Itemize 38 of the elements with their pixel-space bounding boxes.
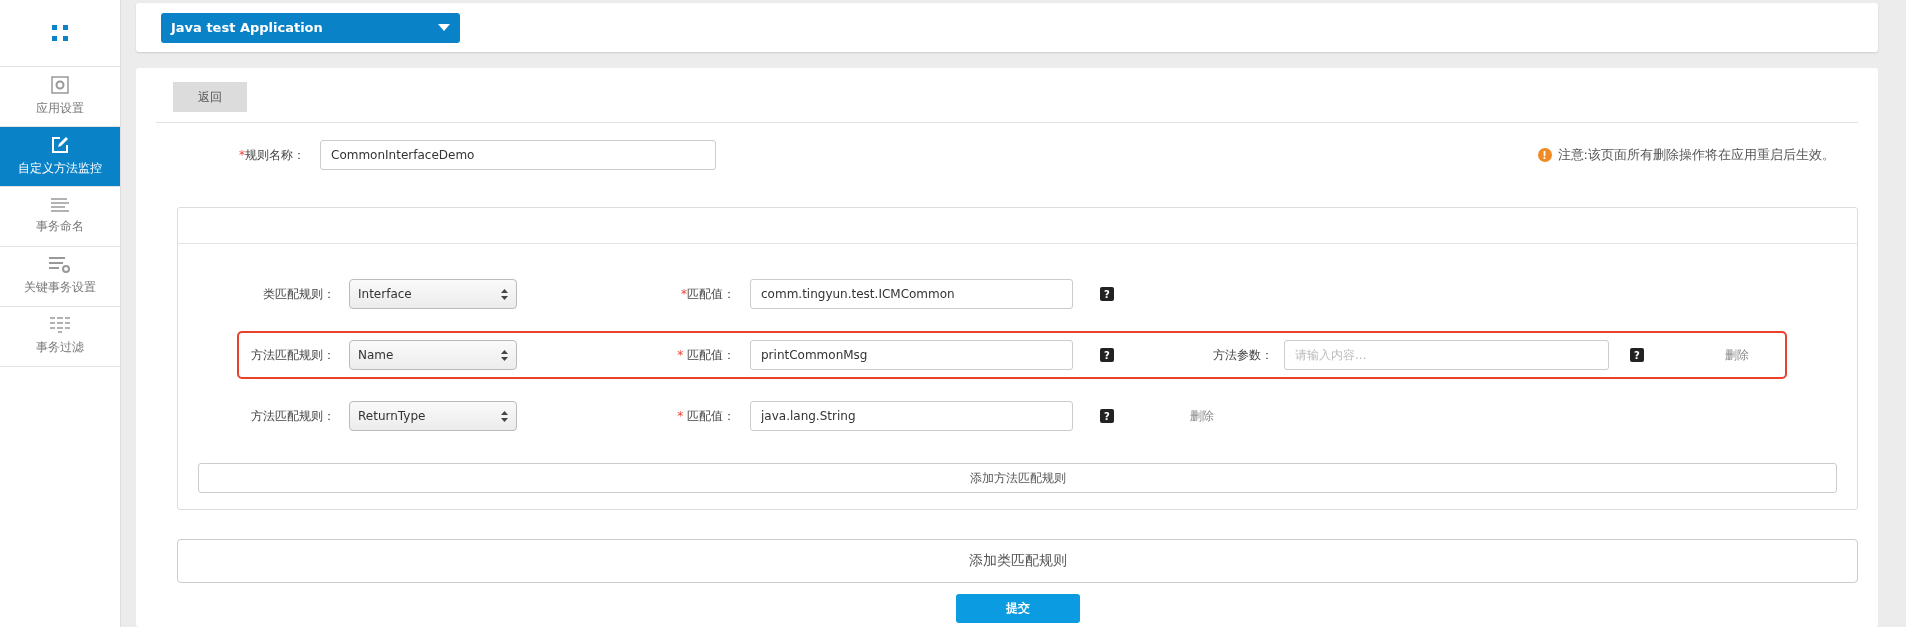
- value-label: *匹配值：: [680, 285, 735, 303]
- rule-select[interactable]: ReturnType: [349, 401, 517, 431]
- value-label: * 匹配值：: [676, 407, 735, 425]
- edit-icon: [51, 136, 69, 154]
- grid-icon[interactable]: [52, 25, 68, 41]
- value-field[interactable]: java.lang.String: [750, 401, 1073, 431]
- updown-icon: [501, 288, 508, 300]
- add-class-rule-button[interactable]: 添加类匹配规则: [177, 539, 1858, 583]
- updown-icon: [501, 349, 508, 361]
- updown-icon: [501, 410, 508, 422]
- rule-label: 方法匹配规则：: [250, 407, 335, 425]
- help-icon[interactable]: ?: [1100, 409, 1114, 423]
- warning-icon: !: [1537, 148, 1552, 162]
- rule-select[interactable]: Name: [349, 340, 517, 370]
- params-field[interactable]: 请输入内容...: [1284, 340, 1609, 370]
- rule-name-field[interactable]: CommonInterfaceDemo: [320, 140, 716, 170]
- lines-icon: [51, 198, 69, 212]
- rule-select[interactable]: Interface: [349, 279, 517, 309]
- params-label: 方法参数：: [1212, 346, 1273, 364]
- application-dropdown[interactable]: Java test Application: [161, 12, 460, 43]
- help-icon[interactable]: ?: [1100, 348, 1114, 362]
- value-label: * 匹配值：: [676, 346, 735, 364]
- grid-lines-icon: [50, 317, 70, 333]
- add-method-rule-button[interactable]: 添加方法匹配规则: [198, 463, 1837, 493]
- delete-link[interactable]: 删除: [1190, 407, 1214, 425]
- value-field[interactable]: comm.tingyun.test.ICMCommon: [750, 279, 1073, 309]
- value-field[interactable]: printCommonMsg: [750, 340, 1073, 370]
- back-button[interactable]: 返回: [173, 82, 247, 112]
- help-icon[interactable]: ?: [1630, 348, 1644, 362]
- rule-name-label: *规则名称：: [238, 146, 305, 164]
- sidebar-item[interactable]: 自定义方法监控: [0, 127, 120, 187]
- rule-label: 方法匹配规则：: [250, 346, 335, 364]
- delete-link[interactable]: 删除: [1725, 346, 1749, 364]
- caret-icon: [438, 24, 450, 31]
- rule-label: 类匹配规则：: [262, 285, 335, 303]
- lines-gear-icon: [49, 257, 71, 273]
- help-icon[interactable]: ?: [1100, 287, 1114, 301]
- notice-text: 注意:该页面所有删除操作将在应用重启后生效。: [1557, 146, 1835, 164]
